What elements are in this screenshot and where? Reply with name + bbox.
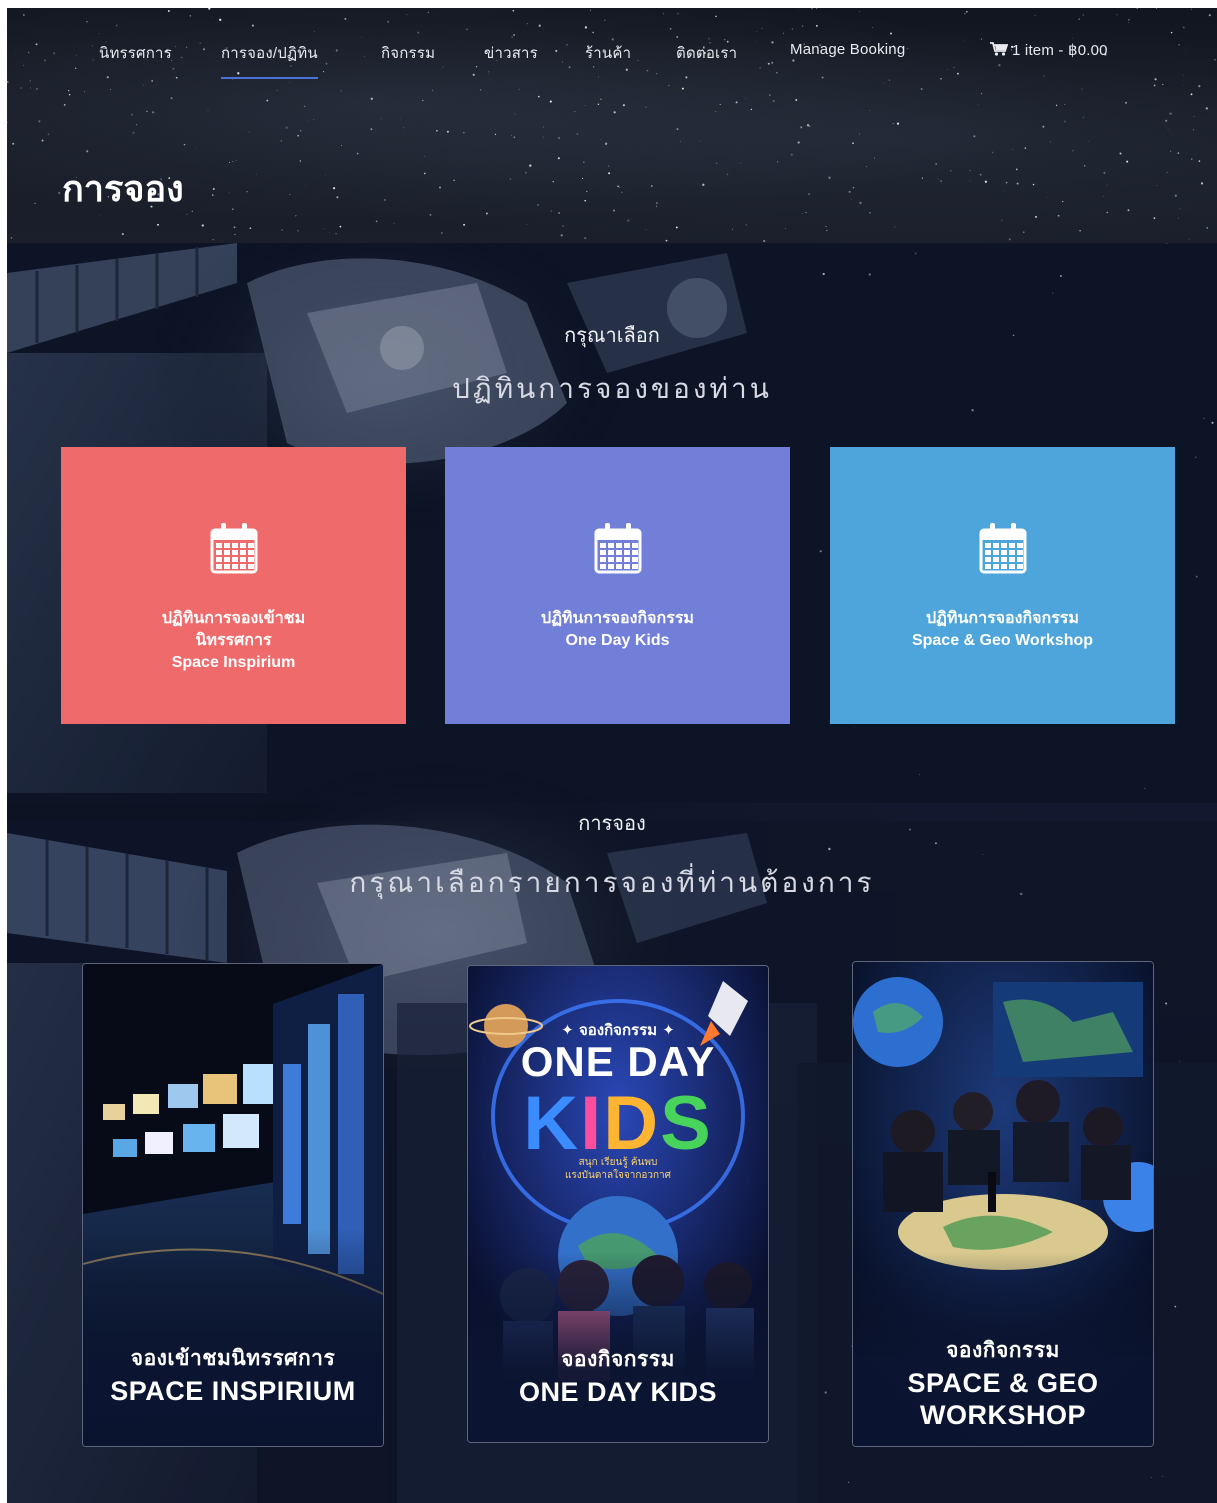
nav-news[interactable]: ข่าวสาร — [484, 41, 538, 65]
calendar-section-title: ปฏิทินการจองของท่าน — [452, 372, 772, 405]
poster-one-day: ONE DAY — [520, 1038, 716, 1085]
shopping-cart-icon — [990, 42, 1008, 56]
poster-kids-logo: KIDS — [523, 1081, 713, 1166]
calendar-box-space-geo-workshop[interactable]: ปฏิทินการจองกิจกรรม Space & Geo Workshop — [830, 447, 1175, 724]
calendar-box-label: ปฏิทินการจองเข้าชม นิทรรศการ Space Inspi… — [161, 610, 306, 671]
cart-summary: 1 item - ฿0.00 — [1012, 42, 1108, 59]
booking-section-title: กรุณาเลือกรายการจองที่ท่านต้องการ — [349, 866, 875, 899]
calendar-section-subtitle: กรุณาเลือก — [564, 323, 660, 347]
poster-tagline: สนุก เรียนรู้ ค้นพบ แรงบันดาลใจจากอวกาศ — [564, 1157, 672, 1181]
nav-exhibition[interactable]: นิทรรศการ — [99, 41, 172, 65]
nav-activities[interactable]: กิจกรรม — [381, 41, 435, 65]
calendar-box-label: ปฏิทินการจองกิจกรรม Space & Geo Workshop — [911, 610, 1094, 649]
booking-card-space-geo-workshop[interactable]: จองกิจกรรม SPACE & GEO WORKSHOP — [852, 961, 1154, 1447]
page-title: การจอง — [62, 169, 184, 211]
booking-section-subtitle: การจอง — [578, 811, 646, 835]
calendar-icon — [210, 523, 257, 574]
card-label: จองกิจกรรม ONE DAY KIDS — [518, 1347, 718, 1407]
nav-contact[interactable]: ติดต่อเรา — [676, 41, 737, 65]
booking-card-one-day-kids[interactable]: ✦ จองกิจกรรม ✦ ONE DAY KIDS สนุก เรียนรู… — [467, 965, 769, 1443]
page-frame: นิทรรศการ การจอง/ปฏิทิน กิจกรรม ข่าวสาร … — [7, 8, 1217, 1503]
calendar-box-space-inspirium[interactable]: ปฏิทินการจองเข้าชม นิทรรศการ Space Inspi… — [61, 447, 406, 724]
calendar-icon — [594, 523, 641, 574]
card-label: จองเข้าชมนิทรรศการ SPACE INSPIRIUM — [110, 1346, 356, 1406]
booking-card-space-inspirium[interactable]: จองเข้าชมนิทรรศการ SPACE INSPIRIUM — [82, 963, 384, 1447]
calendar-box-label: ปฏิทินการจองกิจกรรม One Day Kids — [541, 610, 694, 649]
calendar-box-one-day-kids[interactable]: ปฏิทินการจองกิจกรรม One Day Kids — [445, 447, 790, 724]
calendar-icon — [979, 523, 1026, 574]
nav-shop[interactable]: ร้านค้า — [585, 41, 631, 65]
nav-manage-booking[interactable]: Manage Booking — [790, 41, 905, 58]
nav-cart[interactable]: 1 item - ฿0.00 — [990, 41, 1108, 59]
nav-booking-calendar[interactable]: การจอง/ปฏิทิน — [221, 41, 318, 79]
card-label: จองกิจกรรม SPACE & GEO WORKSHOP — [907, 1338, 1099, 1430]
main-nav: นิทรรศการ การจอง/ปฏิทิน กิจกรรม ข่าวสาร … — [7, 8, 1217, 90]
hero-header: นิทรรศการ การจอง/ปฏิทิน กิจกรรม ข่าวสาร … — [7, 8, 1217, 243]
